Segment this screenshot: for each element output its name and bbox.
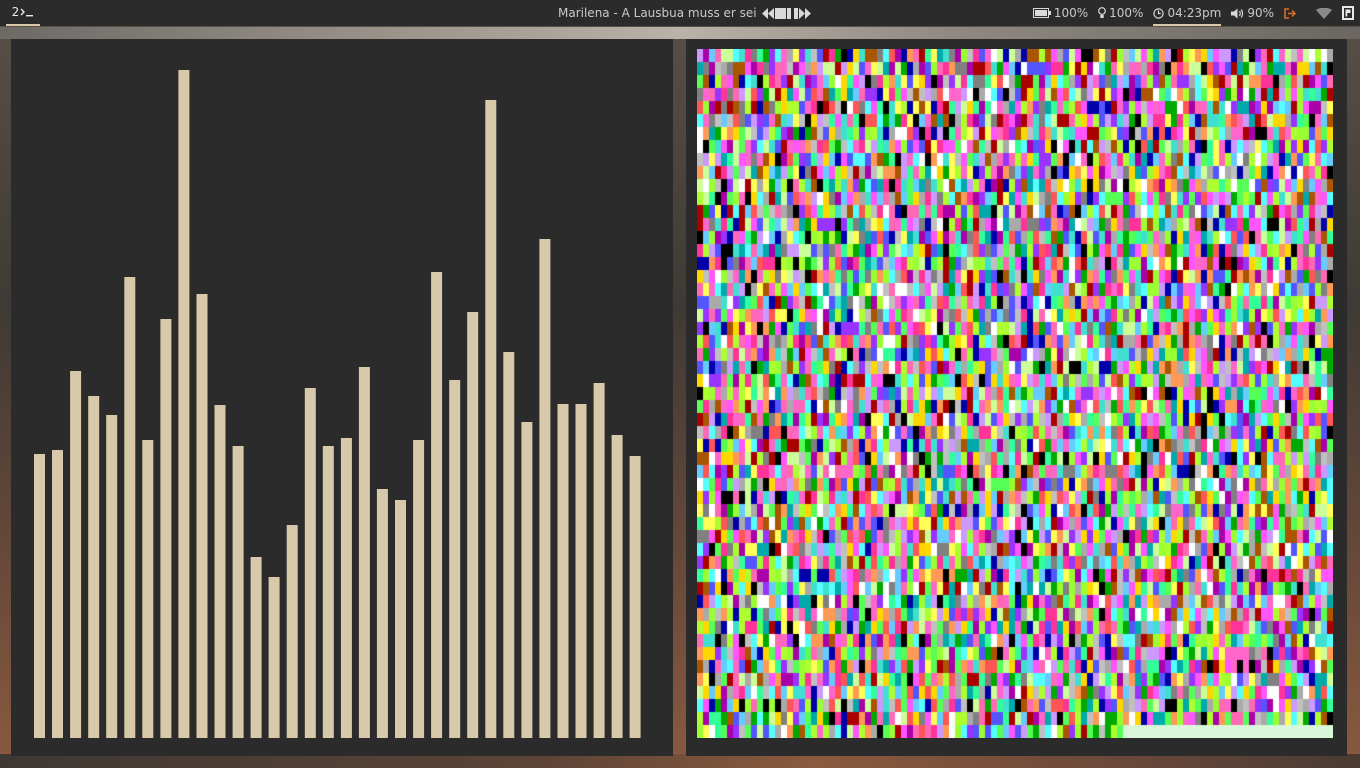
visualizer-bar: [485, 100, 497, 738]
package-indicator[interactable]: [1342, 0, 1354, 26]
audio-visualizer: [34, 70, 641, 738]
previous-track-icon[interactable]: [761, 7, 774, 19]
brightness-indicator: 100%: [1098, 0, 1143, 26]
visualizer-bar: [376, 489, 388, 738]
battery-indicator: 100%: [1032, 0, 1089, 26]
clock-widget[interactable]: 04:23pm: [1153, 0, 1221, 26]
terminal-icon: [20, 8, 34, 17]
media-widget: Marilena - A Lausbua muss er sei: [558, 0, 811, 26]
visualizer-bar: [629, 456, 641, 738]
visualizer-bar: [88, 396, 100, 738]
now-playing-title: Marilena - A Lausbua muss er sei: [558, 6, 757, 20]
visualizer-bar: [557, 404, 569, 738]
next-track-icon[interactable]: [798, 7, 811, 19]
pixel-noise-canvas: [697, 49, 1333, 738]
wifi-icon: [1316, 7, 1332, 19]
visualizer-bar: [160, 319, 172, 738]
visualizer-bar: [106, 415, 118, 738]
visualizer-bar: [431, 272, 443, 738]
battery-icon: [1032, 8, 1051, 18]
visualizer-bar: [467, 312, 479, 738]
visualizer-bar: [449, 380, 461, 738]
workspace-number: 2: [11, 5, 20, 19]
visualizer-bar: [232, 446, 244, 738]
visualizer-bar: [142, 440, 154, 738]
wallpaper-bottom: [0, 754, 1360, 768]
visualizer-bar: [250, 557, 262, 738]
visualizer-bar: [286, 525, 298, 738]
workspace-button[interactable]: 2: [6, 0, 40, 26]
visualizer-bar: [322, 446, 334, 738]
top-bar: 2 Marilena - A Lausbua muss er sei 100% …: [0, 0, 1360, 26]
visualizer-bar: [70, 371, 82, 738]
visualizer-bar: [358, 367, 370, 738]
lightbulb-icon: [1098, 7, 1107, 18]
volume-value: 90%: [1247, 6, 1274, 20]
visualizer-window[interactable]: [11, 39, 673, 756]
visualizer-bar: [304, 388, 316, 738]
logout-icon: [1284, 7, 1296, 19]
wallpaper: [0, 27, 1360, 39]
clock-time: 04:23pm: [1167, 6, 1222, 20]
visualizer-bar: [196, 294, 208, 738]
speaker-icon: [1231, 8, 1244, 18]
visualizer-bar: [521, 422, 533, 738]
brightness-value: 100%: [1109, 6, 1144, 20]
battery-value: 100%: [1053, 6, 1089, 20]
status-area: 100% 100% 04:23pm 90%: [1032, 0, 1354, 26]
visualizer-bar: [52, 450, 63, 738]
visualizer-bar: [268, 577, 280, 738]
pause-icon[interactable]: [786, 7, 798, 19]
visualizer-bar: [34, 454, 45, 738]
visualizer-bar: [214, 405, 226, 738]
logout-indicator[interactable]: [1284, 0, 1296, 26]
wifi-indicator[interactable]: [1316, 0, 1332, 26]
visualizer-bar: [395, 500, 406, 738]
stop-icon[interactable]: [774, 7, 786, 19]
clock-icon: [1153, 7, 1165, 19]
volume-indicator[interactable]: 90%: [1231, 0, 1274, 26]
pixel-noise-window[interactable]: [686, 39, 1347, 756]
visualizer-bar: [611, 435, 623, 738]
visualizer-bar: [178, 70, 190, 738]
visualizer-bar: [593, 383, 605, 738]
visualizer-bar: [340, 438, 352, 738]
visualizer-bar: [413, 440, 425, 738]
visualizer-bar: [575, 404, 587, 738]
visualizer-bar: [124, 277, 136, 738]
visualizer-bar: [539, 239, 551, 738]
visualizer-bar: [503, 352, 515, 738]
package-icon: [1342, 6, 1354, 20]
